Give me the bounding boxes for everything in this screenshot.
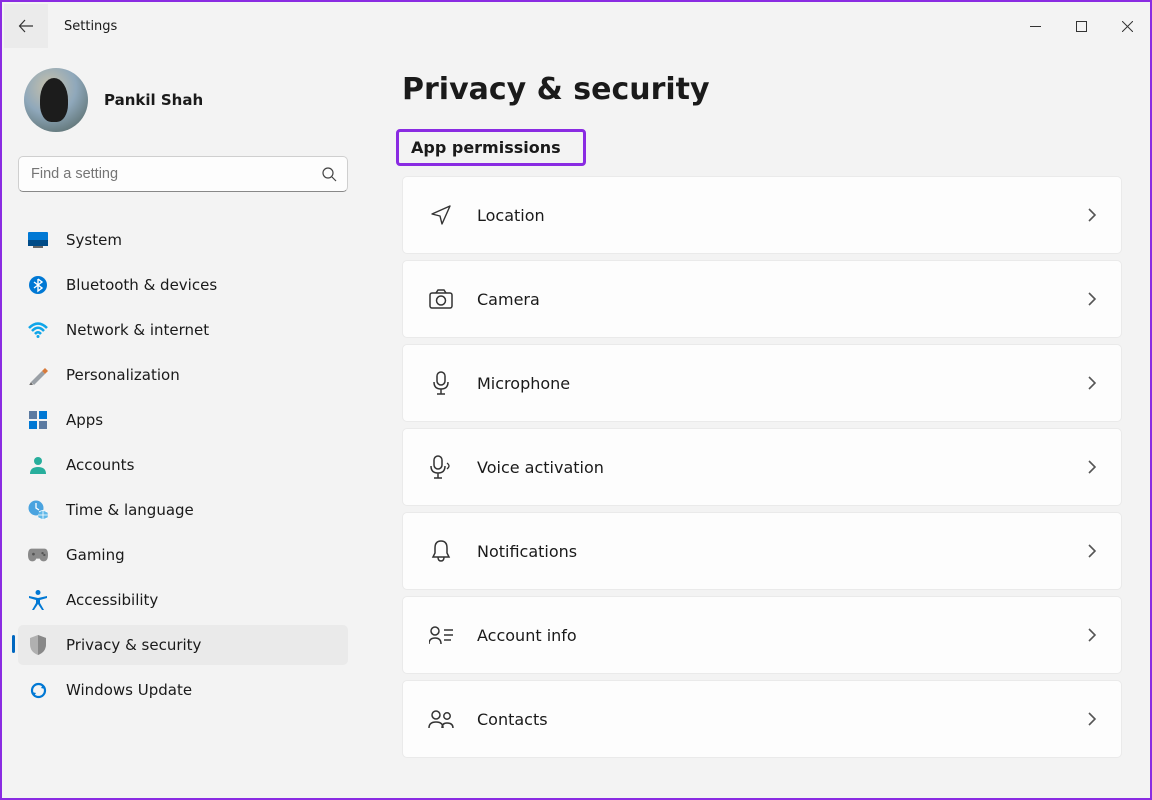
sidebar-item-accessibility[interactable]: Accessibility bbox=[18, 580, 348, 620]
window-title: Settings bbox=[64, 19, 117, 34]
minimize-icon bbox=[1030, 21, 1041, 32]
permission-item-microphone[interactable]: Microphone bbox=[402, 344, 1122, 422]
permission-label: Contacts bbox=[477, 710, 548, 729]
titlebar: Settings bbox=[2, 2, 1150, 50]
bluetooth-icon bbox=[28, 275, 48, 295]
chevron-right-icon bbox=[1088, 544, 1097, 558]
back-arrow-icon bbox=[18, 18, 34, 34]
sidebar-item-bluetooth[interactable]: Bluetooth & devices bbox=[18, 265, 348, 305]
page-title: Privacy & security bbox=[402, 72, 1122, 107]
shield-icon bbox=[28, 635, 48, 655]
sidebar-item-label: System bbox=[66, 231, 122, 249]
sidebar-item-label: Gaming bbox=[66, 546, 125, 564]
chevron-right-icon bbox=[1088, 208, 1097, 222]
sidebar-item-label: Accounts bbox=[66, 456, 134, 474]
clock-globe-icon bbox=[28, 500, 48, 520]
permission-item-account-info[interactable]: Account info bbox=[402, 596, 1122, 674]
sidebar-item-privacy[interactable]: Privacy & security bbox=[18, 625, 348, 665]
sidebar-item-label: Network & internet bbox=[66, 321, 209, 339]
person-icon bbox=[28, 455, 48, 475]
permission-label: Microphone bbox=[477, 374, 570, 393]
permission-item-camera[interactable]: Camera bbox=[402, 260, 1122, 338]
accessibility-icon bbox=[28, 590, 48, 610]
system-icon bbox=[28, 230, 48, 250]
section-title: App permissions bbox=[411, 138, 561, 157]
sidebar-item-label: Accessibility bbox=[66, 591, 158, 609]
sidebar-item-personalization[interactable]: Personalization bbox=[18, 355, 348, 395]
sidebar-item-label: Bluetooth & devices bbox=[66, 276, 217, 294]
sidebar-item-label: Personalization bbox=[66, 366, 180, 384]
back-button[interactable] bbox=[4, 4, 48, 48]
permission-label: Notifications bbox=[477, 542, 577, 561]
permission-label: Account info bbox=[477, 626, 577, 645]
permission-label: Location bbox=[477, 206, 545, 225]
chevron-right-icon bbox=[1088, 712, 1097, 726]
chevron-right-icon bbox=[1088, 292, 1097, 306]
sidebar: Pankil Shah System Bluetooth & devices bbox=[2, 50, 362, 798]
permission-label: Camera bbox=[477, 290, 540, 309]
profile-name: Pankil Shah bbox=[104, 91, 203, 109]
sidebar-item-network[interactable]: Network & internet bbox=[18, 310, 348, 350]
sidebar-item-system[interactable]: System bbox=[18, 220, 348, 260]
permissions-list: Location Camera Microphone bbox=[402, 176, 1122, 758]
apps-icon bbox=[28, 410, 48, 430]
chevron-right-icon bbox=[1088, 376, 1097, 390]
search-input[interactable] bbox=[31, 166, 321, 182]
chevron-right-icon bbox=[1088, 460, 1097, 474]
search-icon bbox=[321, 166, 337, 182]
location-icon bbox=[427, 204, 455, 226]
voice-activation-icon bbox=[427, 455, 455, 479]
profile-block[interactable]: Pankil Shah bbox=[18, 68, 354, 132]
sidebar-item-apps[interactable]: Apps bbox=[18, 400, 348, 440]
sidebar-item-label: Privacy & security bbox=[66, 636, 201, 654]
wifi-icon bbox=[28, 320, 48, 340]
maximize-button[interactable] bbox=[1058, 6, 1104, 46]
sidebar-item-update[interactable]: Windows Update bbox=[18, 670, 348, 710]
account-info-icon bbox=[427, 625, 455, 645]
minimize-button[interactable] bbox=[1012, 6, 1058, 46]
sidebar-item-accounts[interactable]: Accounts bbox=[18, 445, 348, 485]
gamepad-icon bbox=[28, 545, 48, 565]
sidebar-item-gaming[interactable]: Gaming bbox=[18, 535, 348, 575]
close-icon bbox=[1122, 21, 1133, 32]
sidebar-item-label: Apps bbox=[66, 411, 103, 429]
section-title-highlight: App permissions bbox=[396, 129, 586, 166]
chevron-right-icon bbox=[1088, 628, 1097, 642]
paintbrush-icon bbox=[28, 365, 48, 385]
permission-item-notifications[interactable]: Notifications bbox=[402, 512, 1122, 590]
close-button[interactable] bbox=[1104, 6, 1150, 46]
avatar bbox=[24, 68, 88, 132]
camera-icon bbox=[427, 289, 455, 309]
search-box[interactable] bbox=[18, 156, 348, 192]
permission-item-location[interactable]: Location bbox=[402, 176, 1122, 254]
window-controls bbox=[1012, 6, 1150, 46]
bell-icon bbox=[427, 540, 455, 562]
main-content: Privacy & security App permissions Locat… bbox=[362, 50, 1150, 798]
update-icon bbox=[28, 680, 48, 700]
sidebar-item-label: Time & language bbox=[66, 501, 194, 519]
maximize-icon bbox=[1076, 21, 1087, 32]
nav-list: System Bluetooth & devices Network & int… bbox=[18, 220, 354, 710]
permission-item-voice[interactable]: Voice activation bbox=[402, 428, 1122, 506]
permission-item-contacts[interactable]: Contacts bbox=[402, 680, 1122, 758]
microphone-icon bbox=[427, 371, 455, 395]
permission-label: Voice activation bbox=[477, 458, 604, 477]
sidebar-item-time[interactable]: Time & language bbox=[18, 490, 348, 530]
sidebar-item-label: Windows Update bbox=[66, 681, 192, 699]
contacts-icon bbox=[427, 709, 455, 729]
